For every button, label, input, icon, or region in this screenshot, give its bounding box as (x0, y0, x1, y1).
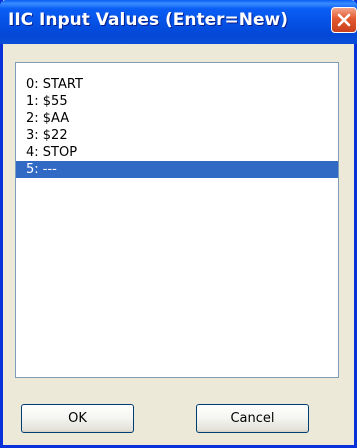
close-icon (337, 13, 351, 27)
list-item[interactable]: 4: STOP (16, 144, 338, 161)
window-title: IIC Input Values (Enter=New) (8, 10, 288, 30)
list-item[interactable]: 0: START (16, 76, 338, 93)
ok-button[interactable]: OK (21, 404, 134, 433)
close-button[interactable] (331, 7, 357, 33)
list-item[interactable]: 1: $55 (16, 93, 338, 110)
input-values-list[interactable]: 0: START 1: $55 2: $AA 3: $22 4: STOP 5:… (15, 62, 339, 378)
cancel-button[interactable]: Cancel (196, 404, 309, 433)
title-bar[interactable]: IIC Input Values (Enter=New) (0, 0, 357, 44)
list-item-selected[interactable]: 5: --- (16, 161, 338, 178)
list-item[interactable]: 2: $AA (16, 110, 338, 127)
dialog-window: IIC Input Values (Enter=New) 0: START 1:… (0, 0, 357, 448)
list-item[interactable]: 3: $22 (16, 127, 338, 144)
